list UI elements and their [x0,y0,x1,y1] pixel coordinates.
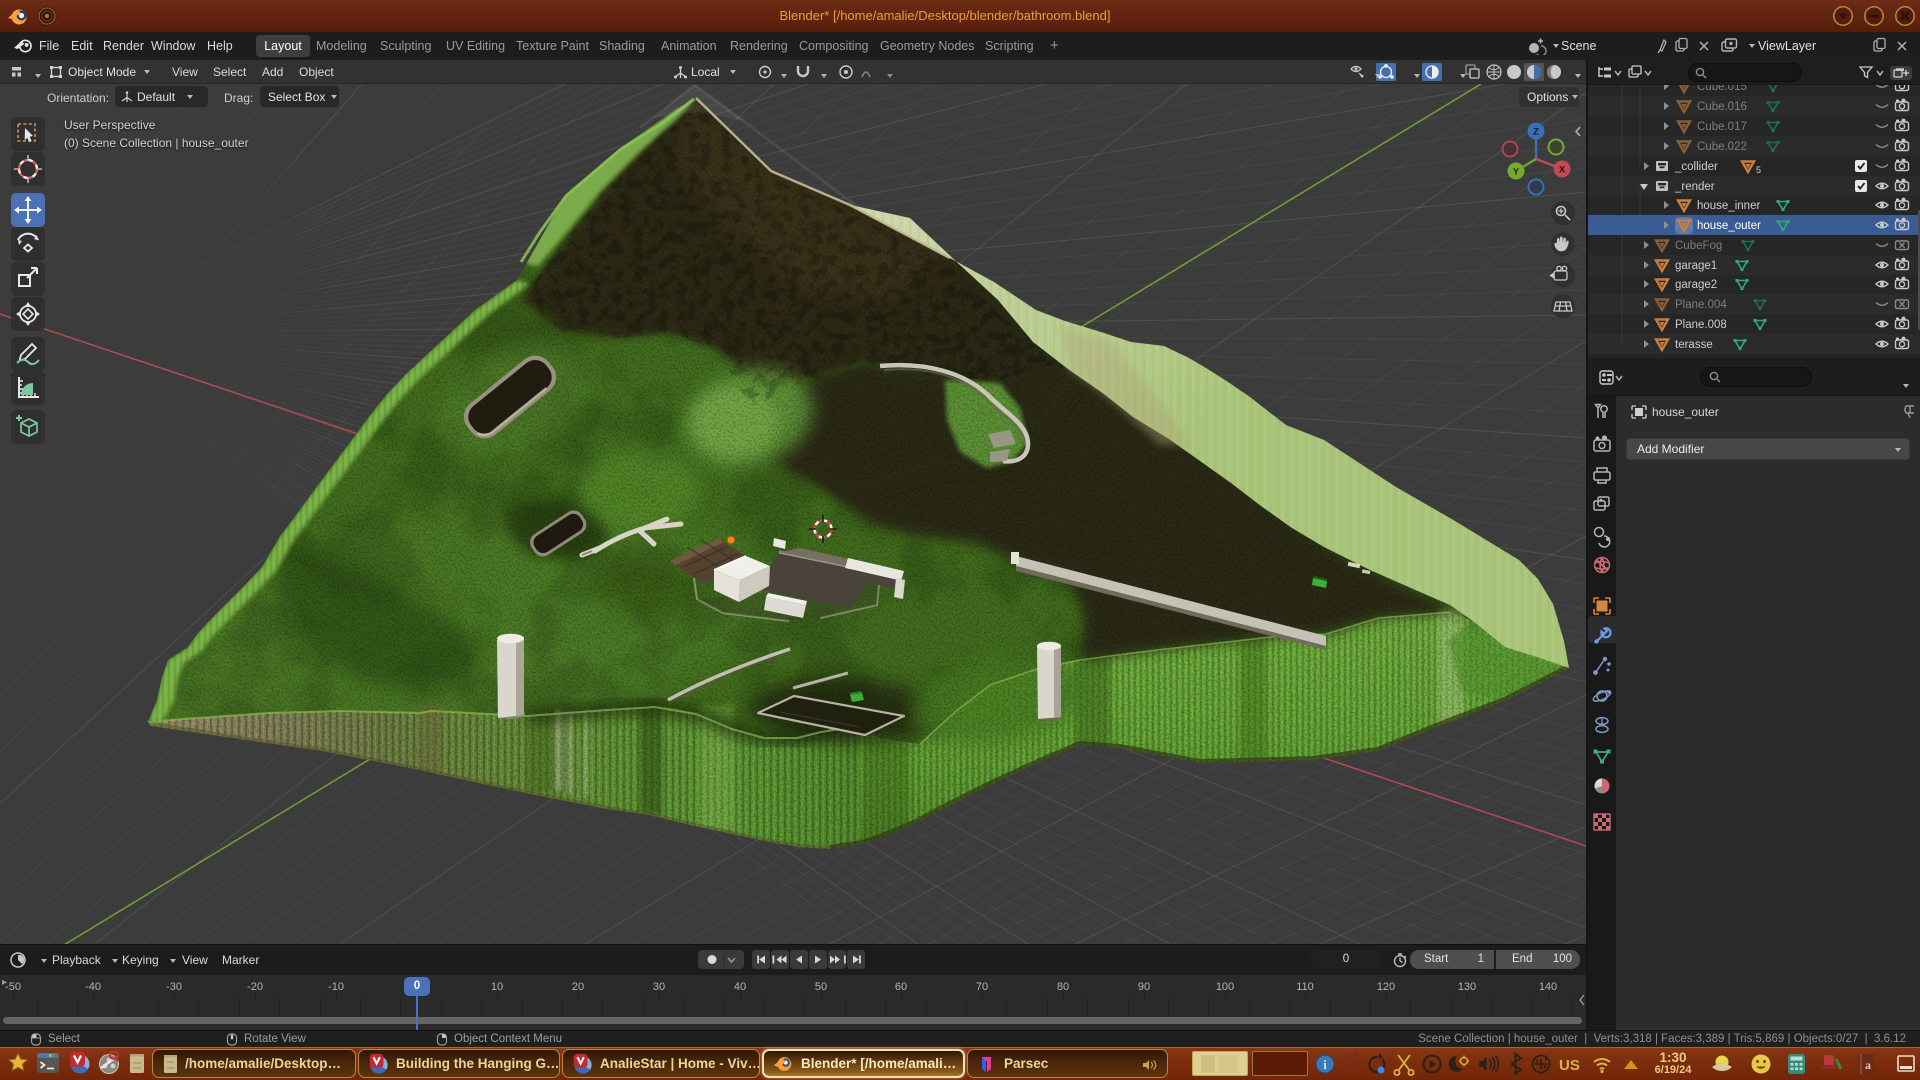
svg-text:Z: Z [1533,127,1539,138]
svg-text:_collider: _collider [1674,161,1718,173]
svg-text:X: X [1559,165,1566,176]
svg-text:Plane.004: Plane.004 [1675,299,1727,311]
svg-text:5: 5 [1756,165,1761,175]
svg-text:CubeFog: CubeFog [1675,240,1722,252]
svg-text:house_inner: house_inner [1697,200,1760,212]
svg-text:US: US [1559,1057,1580,1074]
svg-text:Cube.015: Cube.015 [1697,85,1747,93]
svg-text:garage1: garage1 [1675,260,1717,272]
svg-text:Cube.022: Cube.022 [1697,141,1747,153]
svg-text:garage2: garage2 [1675,279,1717,291]
svg-text:Y: Y [1513,167,1520,178]
svg-text:_render: _render [1674,181,1715,193]
svg-text:i: i [1323,1057,1327,1072]
svg-text:Cube.016: Cube.016 [1697,101,1747,113]
svg-text:Plane.008: Plane.008 [1675,319,1727,331]
svg-text:terasse: terasse [1675,339,1713,351]
svg-text:Cube.017: Cube.017 [1697,121,1747,133]
svg-text:a: a [1865,1058,1871,1072]
svg-text:house_outer: house_outer [1697,220,1761,232]
